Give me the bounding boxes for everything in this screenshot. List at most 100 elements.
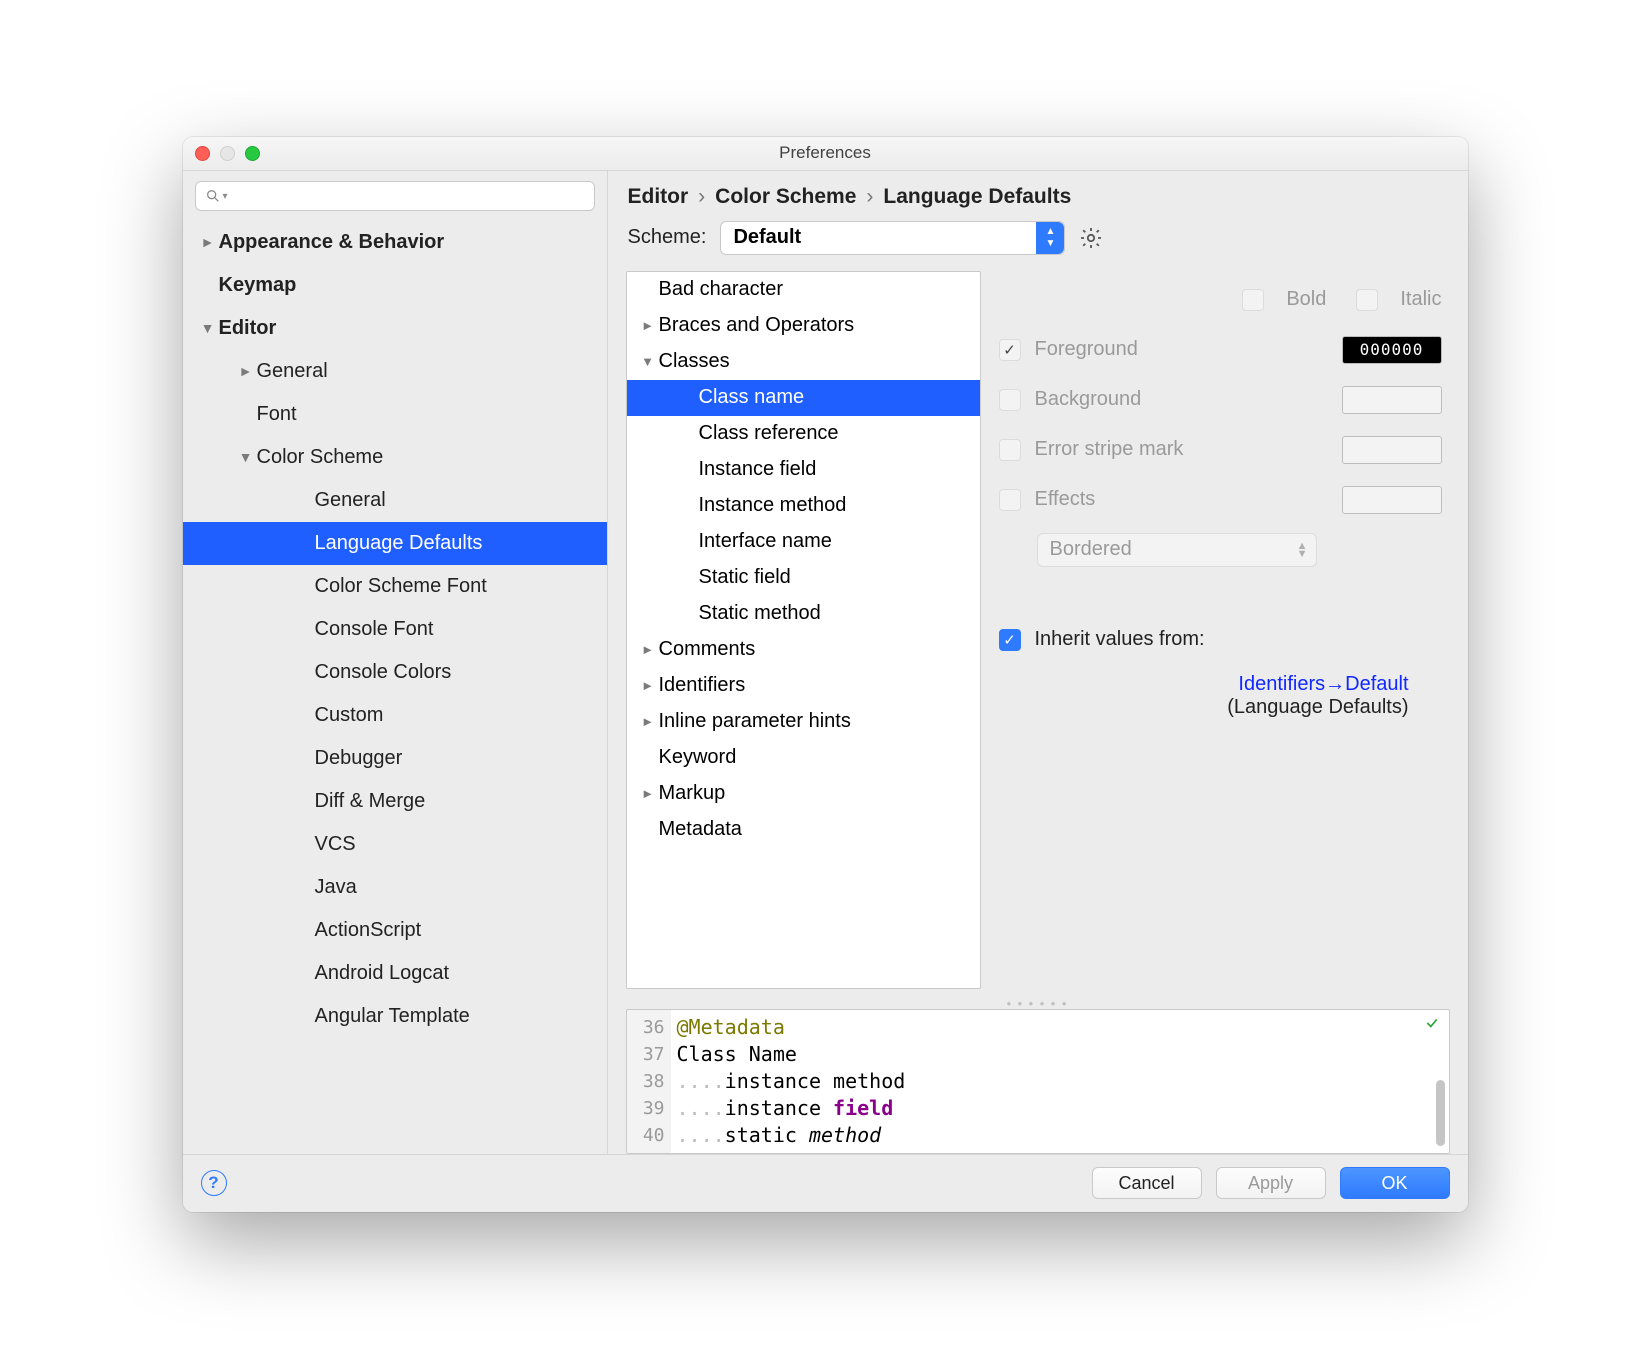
bold-checkbox[interactable] xyxy=(1242,289,1264,311)
sidebar-item[interactable]: Diff & Merge xyxy=(183,780,607,823)
sidebar-item[interactable]: VCS xyxy=(183,823,607,866)
splitter-grip[interactable]: ● ● ● ● ● ● xyxy=(626,999,1450,1009)
italic-checkbox[interactable] xyxy=(1356,289,1378,311)
sidebar-item[interactable]: Language Defaults xyxy=(183,522,607,565)
attribute-tree-item[interactable]: ►Inline parameter hints xyxy=(627,704,980,740)
sidebar-item[interactable]: Console Font xyxy=(183,608,607,651)
breadcrumb-item[interactable]: Editor xyxy=(628,185,689,209)
attribute-label: Bad character xyxy=(659,278,784,301)
attribute-label: Instance field xyxy=(699,458,817,481)
attribute-label: Markup xyxy=(659,782,726,805)
attribute-tree-item[interactable]: Metadata xyxy=(627,812,980,848)
sidebar-item-label: General xyxy=(315,489,386,512)
attribute-label: Braces and Operators xyxy=(659,314,855,337)
background-checkbox[interactable] xyxy=(999,389,1021,411)
attribute-tree-item[interactable]: Class reference xyxy=(627,416,980,452)
attribute-tree-item[interactable]: Bad character xyxy=(627,272,980,308)
sidebar-item[interactable]: Angular Template xyxy=(183,995,607,1038)
sidebar-item-label: Android Logcat xyxy=(315,962,450,985)
ok-button[interactable]: OK xyxy=(1340,1167,1450,1199)
sidebar-item[interactable]: ▼Editor xyxy=(183,307,607,350)
zoom-window-button[interactable] xyxy=(245,146,260,161)
attribute-properties: Bold Italic ✓ Foreground 000000 xyxy=(999,271,1450,989)
disclosure-icon: ► xyxy=(235,363,257,379)
preview-editor[interactable]: 3637383940 @MetadataClass Name....instan… xyxy=(626,1009,1450,1154)
sidebar-item-label: Editor xyxy=(219,317,277,340)
sidebar-item[interactable]: Custom xyxy=(183,694,607,737)
foreground-color[interactable]: 000000 xyxy=(1342,336,1442,364)
attribute-tree-item[interactable]: Instance method xyxy=(627,488,980,524)
help-button[interactable]: ? xyxy=(201,1170,227,1196)
disclosure-icon: ▼ xyxy=(637,354,659,369)
preferences-window: Preferences ▾ ►Appearance & BehaviorKeym… xyxy=(183,137,1468,1212)
sidebar-item-label: Color Scheme xyxy=(257,446,384,469)
errorstripe-checkbox[interactable] xyxy=(999,439,1021,461)
attribute-label: Interface name xyxy=(699,530,832,553)
attribute-tree[interactable]: Bad character►Braces and Operators▼Class… xyxy=(626,271,981,989)
effects-checkbox[interactable] xyxy=(999,489,1021,511)
attribute-label: Instance method xyxy=(699,494,847,517)
attribute-label: Classes xyxy=(659,350,730,373)
breadcrumb-item[interactable]: Color Scheme xyxy=(715,185,856,209)
attribute-tree-item[interactable]: Class name xyxy=(627,380,980,416)
apply-button[interactable]: Apply xyxy=(1216,1167,1326,1199)
titlebar: Preferences xyxy=(183,137,1468,171)
sidebar-item[interactable]: Java xyxy=(183,866,607,909)
inherit-link[interactable]: Identifiers→Default xyxy=(1238,673,1408,695)
attribute-tree-item[interactable]: ▼Classes xyxy=(627,344,980,380)
effects-type-select[interactable]: Bordered ▲▼ xyxy=(1037,533,1317,567)
gear-icon[interactable] xyxy=(1079,226,1103,250)
sidebar-item[interactable]: Font xyxy=(183,393,607,436)
scrollbar-thumb[interactable] xyxy=(1436,1080,1445,1146)
search-input[interactable] xyxy=(195,181,595,211)
scheme-label: Scheme: xyxy=(628,226,707,249)
inspection-ok-icon[interactable] xyxy=(1423,1016,1441,1030)
sidebar-item-label: Java xyxy=(315,876,357,899)
disclosure-icon: ► xyxy=(637,678,659,693)
close-window-button[interactable] xyxy=(195,146,210,161)
attribute-label: Metadata xyxy=(659,818,742,841)
attribute-tree-item[interactable]: Static field xyxy=(627,560,980,596)
sidebar-item[interactable]: Keymap xyxy=(183,264,607,307)
sidebar-item-label: Custom xyxy=(315,704,384,727)
sidebar-item-label: VCS xyxy=(315,833,356,856)
window-controls xyxy=(195,146,260,161)
disclosure-icon: ▼ xyxy=(197,320,219,336)
attribute-tree-item[interactable]: Instance field xyxy=(627,452,980,488)
scheme-value: Default xyxy=(733,226,801,249)
scheme-select[interactable]: Default ▲▼ xyxy=(720,221,1065,255)
attribute-tree-item[interactable]: ►Braces and Operators xyxy=(627,308,980,344)
window-title: Preferences xyxy=(779,143,871,163)
attribute-label: Inline parameter hints xyxy=(659,710,851,733)
sidebar-item[interactable]: Debugger xyxy=(183,737,607,780)
attribute-tree-item[interactable]: Static method xyxy=(627,596,980,632)
disclosure-icon: ► xyxy=(637,786,659,801)
minimize-window-button[interactable] xyxy=(220,146,235,161)
sidebar-item[interactable]: ►General xyxy=(183,350,607,393)
attribute-tree-item[interactable]: ►Comments xyxy=(627,632,980,668)
sidebar-item[interactable]: ActionScript xyxy=(183,909,607,952)
sidebar-item[interactable]: Android Logcat xyxy=(183,952,607,995)
settings-tree[interactable]: ►Appearance & BehaviorKeymap▼Editor►Gene… xyxy=(183,217,607,1154)
sidebar-item-label: Keymap xyxy=(219,274,297,297)
effects-color[interactable] xyxy=(1342,486,1442,514)
attribute-tree-item[interactable]: ►Markup xyxy=(627,776,980,812)
sidebar-item[interactable]: ►Appearance & Behavior xyxy=(183,221,607,264)
attribute-label: Comments xyxy=(659,638,756,661)
cancel-button[interactable]: Cancel xyxy=(1092,1167,1202,1199)
sidebar-item[interactable]: ▼Color Scheme xyxy=(183,436,607,479)
dialog-footer: ? Cancel Apply OK xyxy=(183,1154,1468,1212)
sidebar-item[interactable]: Color Scheme Font xyxy=(183,565,607,608)
inherit-checkbox[interactable]: ✓ xyxy=(999,629,1021,651)
sidebar-item[interactable]: General xyxy=(183,479,607,522)
sidebar-item-label: Console Colors xyxy=(315,661,452,684)
attribute-tree-item[interactable]: ►Identifiers xyxy=(627,668,980,704)
errorstripe-color[interactable] xyxy=(1342,436,1442,464)
attribute-tree-item[interactable]: Keyword xyxy=(627,740,980,776)
foreground-checkbox[interactable]: ✓ xyxy=(999,339,1021,361)
breadcrumb: Editor › Color Scheme › Language Default… xyxy=(608,171,1468,219)
sidebar-item-label: Color Scheme Font xyxy=(315,575,487,598)
sidebar-item[interactable]: Console Colors xyxy=(183,651,607,694)
attribute-tree-item[interactable]: Interface name xyxy=(627,524,980,560)
background-color[interactable] xyxy=(1342,386,1442,414)
